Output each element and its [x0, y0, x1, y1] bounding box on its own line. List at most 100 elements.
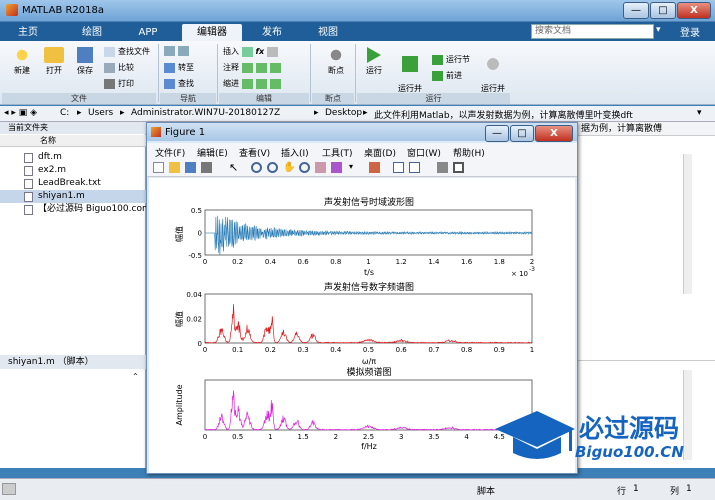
tab-home[interactable]: 主页: [8, 24, 48, 41]
stopwatch-icon: [483, 56, 503, 72]
menu-edit[interactable]: 编辑(E): [197, 146, 228, 159]
find-button[interactable]: 查找: [164, 78, 194, 89]
search-icon[interactable]: ▾: [656, 25, 661, 35]
menu-file[interactable]: 文件(F): [155, 146, 185, 159]
x-tick-label: 0.1: [232, 346, 243, 354]
minimize-button[interactable]: —: [623, 2, 649, 19]
file-icon: [24, 205, 33, 215]
print-figure-icon[interactable]: [201, 162, 212, 173]
column-header-name[interactable]: 名称: [0, 135, 146, 147]
address-nav-icons[interactable]: ◂ ▸ ▣ ◈: [4, 108, 37, 118]
comment-button[interactable]: 注释: [223, 62, 284, 73]
file-row[interactable]: dft.m: [0, 151, 146, 164]
editor-scrollbar[interactable]: [683, 154, 692, 294]
menu-tools[interactable]: 工具(T): [322, 146, 353, 159]
address-dropdown-icon[interactable]: ▾: [697, 108, 702, 118]
x-tick-label: 1: [268, 433, 272, 441]
tab-plots[interactable]: 绘图: [70, 24, 114, 41]
compare-icon: [104, 62, 115, 73]
menu-insert[interactable]: 插入(I): [281, 146, 309, 159]
figure-minimize-button[interactable]: —: [485, 125, 509, 142]
ribbon-separator: [355, 44, 356, 102]
file-row[interactable]: ex2.m: [0, 164, 146, 177]
zoom-out-icon[interactable]: [267, 162, 278, 173]
tab-view[interactable]: 视图: [306, 24, 350, 41]
rotate-icon[interactable]: [299, 162, 310, 173]
insert-icon: [241, 46, 253, 57]
breakpoints-button[interactable]: 断点: [316, 47, 356, 76]
hide-tools-icon[interactable]: [437, 162, 448, 173]
tab-apps[interactable]: APP: [126, 24, 170, 41]
path-segment-users[interactable]: Users: [88, 108, 113, 118]
x-tick-label: 0.7: [428, 346, 439, 354]
file-row-selected[interactable]: shiyan1.m: [0, 190, 146, 203]
figure-close-button[interactable]: X: [535, 125, 573, 142]
path-segment-folder[interactable]: 此文件利用Matlab，以声发射数据为例，计算离散傅里叶变换dft: [374, 108, 694, 121]
tab-publish[interactable]: 发布: [250, 24, 294, 41]
show-tools-icon[interactable]: [453, 162, 464, 173]
x-tick-label: 0.3: [298, 346, 309, 354]
find-files-icon: [104, 46, 115, 57]
x-tick-label: 0.6: [298, 258, 310, 266]
data-cursor-icon[interactable]: [315, 162, 326, 173]
insert-button[interactable]: 插入 fx: [223, 46, 281, 57]
new-button[interactable]: 新建: [6, 47, 38, 76]
open-file-icon[interactable]: [169, 162, 180, 173]
run-section-button[interactable]: 运行节: [432, 54, 470, 65]
plot1-ylabel: 幅值: [174, 226, 184, 242]
colorbar-icon[interactable]: [393, 162, 404, 173]
detail-expand-icon[interactable]: ⌃: [132, 372, 139, 381]
menu-view[interactable]: 查看(V): [239, 146, 270, 159]
arrow-forward-icon: [178, 46, 189, 56]
pointer-icon[interactable]: ↖: [229, 162, 240, 173]
x-tick-label: 3.5: [428, 433, 439, 441]
advance-button[interactable]: 前进: [432, 70, 462, 81]
x-tick-label: 0.8: [461, 346, 472, 354]
goto-button[interactable]: 转至: [164, 62, 194, 73]
drive-label[interactable]: C:: [60, 108, 69, 118]
run-button[interactable]: 运行: [360, 47, 388, 76]
file-row[interactable]: 【必过源码 Biguo100.com】: [0, 203, 146, 216]
menu-window[interactable]: 窗口(W): [407, 146, 441, 159]
tab-editor[interactable]: 编辑器: [182, 24, 242, 41]
brush-icon[interactable]: [331, 162, 342, 173]
compare-button[interactable]: 比较: [104, 62, 134, 73]
comment-icon: [241, 62, 253, 73]
x-tick-label: 0.5: [363, 346, 374, 354]
x-tick-label: 0.2: [232, 258, 243, 266]
open-button[interactable]: 打开: [38, 47, 70, 76]
close-button[interactable]: X: [677, 2, 711, 19]
menu-desktop[interactable]: 桌面(D): [364, 146, 396, 159]
find-files-button[interactable]: 查找文件: [104, 46, 150, 57]
current-folder-panel: 当前文件夹 名称 dft.m ex2.m LeadBreak.txt shiya…: [0, 122, 146, 468]
search-docs-input[interactable]: 搜索文档: [531, 24, 654, 39]
editor-tab-title[interactable]: 据为例，计算离散傅: [577, 122, 715, 136]
brush-dropdown-icon[interactable]: ▾: [349, 162, 360, 173]
new-figure-icon[interactable]: [153, 162, 164, 173]
figure-menu-bar: 文件(F) 编辑(E) 查看(V) 插入(I) 工具(T) 桌面(D) 窗口(W…: [147, 143, 577, 159]
graduation-cap-icon: [495, 411, 575, 459]
breakpoint-icon: [326, 47, 346, 63]
zoom-in-icon[interactable]: [251, 162, 262, 173]
print-button[interactable]: 打印: [104, 78, 134, 89]
status-bar: 脚本 行 1 列 1: [0, 478, 715, 500]
pan-icon[interactable]: ✋: [283, 162, 295, 173]
path-segment-desktop[interactable]: Desktop: [325, 108, 362, 118]
matlab-logo-icon: [6, 4, 18, 16]
menu-help[interactable]: 帮助(H): [453, 146, 485, 159]
figure-maximize-button[interactable]: □: [510, 125, 534, 142]
save-button[interactable]: 保存: [70, 47, 100, 76]
uncomment-icon: [255, 62, 267, 73]
indent-button[interactable]: 缩进: [223, 78, 284, 89]
file-row[interactable]: LeadBreak.txt: [0, 177, 146, 190]
plot1-xexp-sup: -3: [529, 266, 535, 273]
path-segment-admin[interactable]: Administrator.WIN7U-20180127Z: [131, 108, 280, 118]
login-link[interactable]: 登录: [680, 24, 700, 39]
link-icon[interactable]: [369, 162, 380, 173]
legend-icon[interactable]: [409, 162, 420, 173]
plot2-xlabel: ω/π: [362, 357, 376, 366]
new-icon: [12, 47, 32, 63]
back-forward-buttons[interactable]: [164, 46, 192, 56]
save-figure-icon[interactable]: [185, 162, 196, 173]
maximize-button[interactable]: □: [650, 2, 676, 19]
